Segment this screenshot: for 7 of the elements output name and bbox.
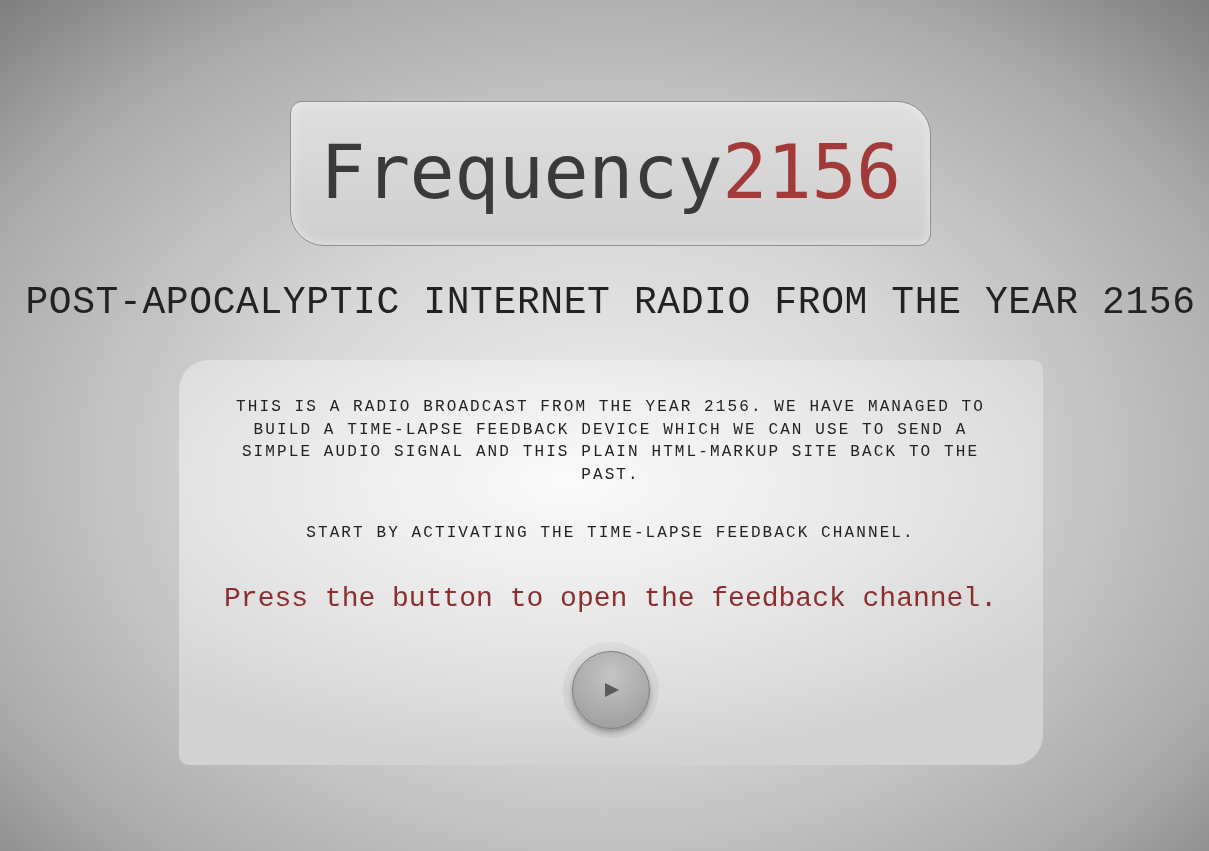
intro-paragraph: START BY ACTIVATING THE TIME-LAPSE FEEDBACK CHANNEL.: [306, 523, 915, 544]
logo-number: 2156: [722, 126, 901, 217]
prompt-text: Press the button to open the feedback channel.: [224, 581, 997, 616]
intro-paragraph: THIS IS A RADIO BROADCAST FROM THE YEAR 2156. WE HAVE MANAGED TO BUILD A TIME-LAPSE FEEDBACK DEVICE WHICH WE CAN USE TO SEND A SIMPLE AUDIO SIGNAL AND THIS PLAIN HTML-MARKUP SITE BACK TO THE PAST.: [235, 397, 986, 486]
play-icon: [605, 682, 619, 697]
logo-wordmark: Frequency: [320, 126, 723, 217]
tagline: POST-APOCALYPTIC INTERNET RADIO FROM THE YEAR 2156: [25, 280, 1196, 326]
